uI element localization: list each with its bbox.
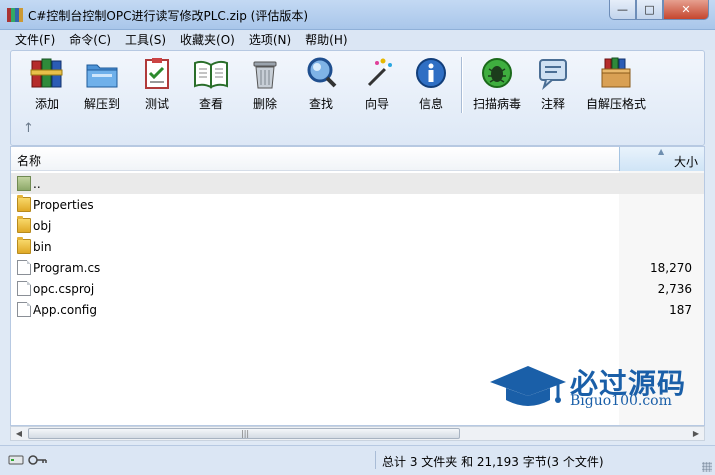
comment-button[interactable]: 注释 [533, 55, 573, 113]
maximize-button[interactable]: □ [636, 0, 663, 20]
minimize-icon: — [617, 3, 628, 16]
scrollbar-thumb[interactable]: ||| [28, 428, 460, 439]
file-size: 18,270 [650, 261, 692, 275]
view-button[interactable]: 查看 [189, 55, 233, 113]
bug-shield-icon [482, 58, 512, 88]
status-text: 总计 3 文件夹 和 21,193 字节(3 个文件) [382, 455, 604, 469]
extract-to-button[interactable]: 解压到 [77, 55, 127, 113]
menu-commands[interactable]: 命令(C) [62, 30, 118, 50]
menu-help[interactable]: 帮助(H) [298, 30, 354, 50]
file-icon [17, 281, 31, 296]
table-row[interactable]: Program.cs 18,270 [11, 257, 704, 278]
menu-file[interactable]: 文件(F) [8, 30, 62, 50]
file-name: App.config [33, 303, 97, 317]
resize-grip-icon[interactable] [702, 462, 712, 472]
folder-extract-icon [86, 64, 118, 88]
add-button[interactable]: 添加 [25, 55, 69, 113]
list-header: 名称 ▲ 大小 [11, 147, 704, 171]
file-name: Program.cs [33, 261, 101, 275]
menu-favorites[interactable]: 收藏夹(O) [173, 30, 242, 50]
horizontal-scrollbar[interactable]: ◀ ||| ▶ [10, 426, 705, 441]
open-book-icon [194, 60, 228, 89]
extract-to-label: 解压到 [83, 97, 120, 111]
toolbar-separator [461, 57, 463, 113]
scroll-left-icon[interactable]: ◀ [11, 427, 27, 440]
drive-key-icon[interactable] [8, 453, 48, 467]
graduation-cap-icon [490, 366, 566, 406]
wizard-button[interactable]: 向导 [357, 55, 397, 113]
grip-icon: ||| [241, 429, 250, 438]
info-label: 信息 [418, 97, 443, 111]
minimize-button[interactable]: — [609, 0, 636, 20]
file-name: Properties [33, 198, 94, 212]
delete-button[interactable]: 删除 [245, 55, 285, 113]
books-icon [30, 58, 63, 88]
menu-tools[interactable]: 工具(S) [118, 30, 173, 50]
file-name: obj [33, 219, 52, 233]
magic-wand-icon [367, 58, 392, 87]
table-row[interactable]: bin [11, 236, 704, 257]
watermark: 必过源码 Biguo100.com [488, 362, 698, 412]
find-label: 查找 [308, 97, 333, 111]
file-size: 2,736 [657, 282, 692, 296]
magnifier-icon [307, 57, 337, 88]
up-arrow-icon: ↑ [23, 121, 34, 136]
test-label: 测试 [144, 97, 169, 111]
folder-icon [17, 195, 31, 212]
scroll-right-icon[interactable]: ▶ [688, 427, 704, 440]
folder-icon [17, 216, 31, 233]
info-button[interactable]: 信息 [411, 55, 451, 113]
file-size: 187 [669, 303, 692, 317]
watermark-en-text: Biguo100.com [570, 393, 672, 409]
scan-virus-label: 扫描病毒 [472, 97, 521, 111]
column-header-name[interactable]: 名称 [17, 152, 41, 169]
window-title: C#控制台控制OPC进行读写修改PLC.zip (评估版本) [28, 9, 309, 23]
info-icon [416, 58, 446, 88]
comment-icon [539, 59, 567, 90]
close-icon: ✕ [681, 3, 691, 16]
file-name: .. [33, 177, 41, 191]
parent-folder-icon [17, 176, 31, 191]
clipboard-check-icon [145, 58, 169, 89]
file-name: opc.csproj [33, 282, 95, 296]
status-separator [375, 451, 376, 469]
sfx-label: 自解压格式 [585, 97, 646, 111]
maximize-icon: □ [644, 3, 655, 16]
table-row[interactable]: obj [11, 215, 704, 236]
wizard-label: 向导 [364, 97, 389, 111]
file-icon [17, 302, 31, 317]
close-button[interactable]: ✕ [663, 0, 709, 20]
sfx-button[interactable]: 自解压格式 [583, 55, 649, 113]
toolbar: 添加 解压到 测试 查看 删除 查找 向导 信息 扫描病毒 注释 自解压格式 ↑ [10, 50, 705, 146]
view-label: 查看 [198, 97, 223, 111]
sort-arrow-icon: ▲ [658, 147, 665, 156]
up-folder-button[interactable]: ↑ [23, 121, 37, 136]
status-bar: 总计 3 文件夹 和 21,193 字节(3 个文件) [0, 445, 715, 475]
test-button[interactable]: 测试 [137, 55, 177, 113]
add-label: 添加 [34, 97, 59, 111]
menu-options[interactable]: 选项(N) [242, 30, 298, 50]
delete-label: 删除 [252, 97, 277, 111]
column-header-size-label: 大小 [673, 155, 698, 169]
menu-bar: 文件(F) 命令(C) 工具(S) 收藏夹(O) 选项(N) 帮助(H) [0, 30, 715, 50]
find-button[interactable]: 查找 [301, 55, 341, 113]
sfx-box-icon [601, 57, 631, 88]
title-bar[interactable]: C#控制台控制OPC进行读写修改PLC.zip (评估版本) — □ ✕ [0, 0, 715, 30]
winrar-app-icon[interactable] [7, 7, 23, 23]
scan-virus-button[interactable]: 扫描病毒 [469, 55, 525, 113]
file-name: bin [33, 240, 52, 254]
file-icon [17, 260, 31, 275]
trash-can-icon [253, 61, 277, 89]
comment-label: 注释 [540, 97, 565, 111]
table-row[interactable]: .. [11, 173, 704, 194]
table-row[interactable]: opc.csproj 2,736 [11, 278, 704, 299]
column-header-size[interactable]: ▲ 大小 [619, 147, 704, 171]
folder-icon [17, 237, 31, 254]
table-row[interactable]: App.config 187 [11, 299, 704, 320]
table-row[interactable]: Properties [11, 194, 704, 215]
